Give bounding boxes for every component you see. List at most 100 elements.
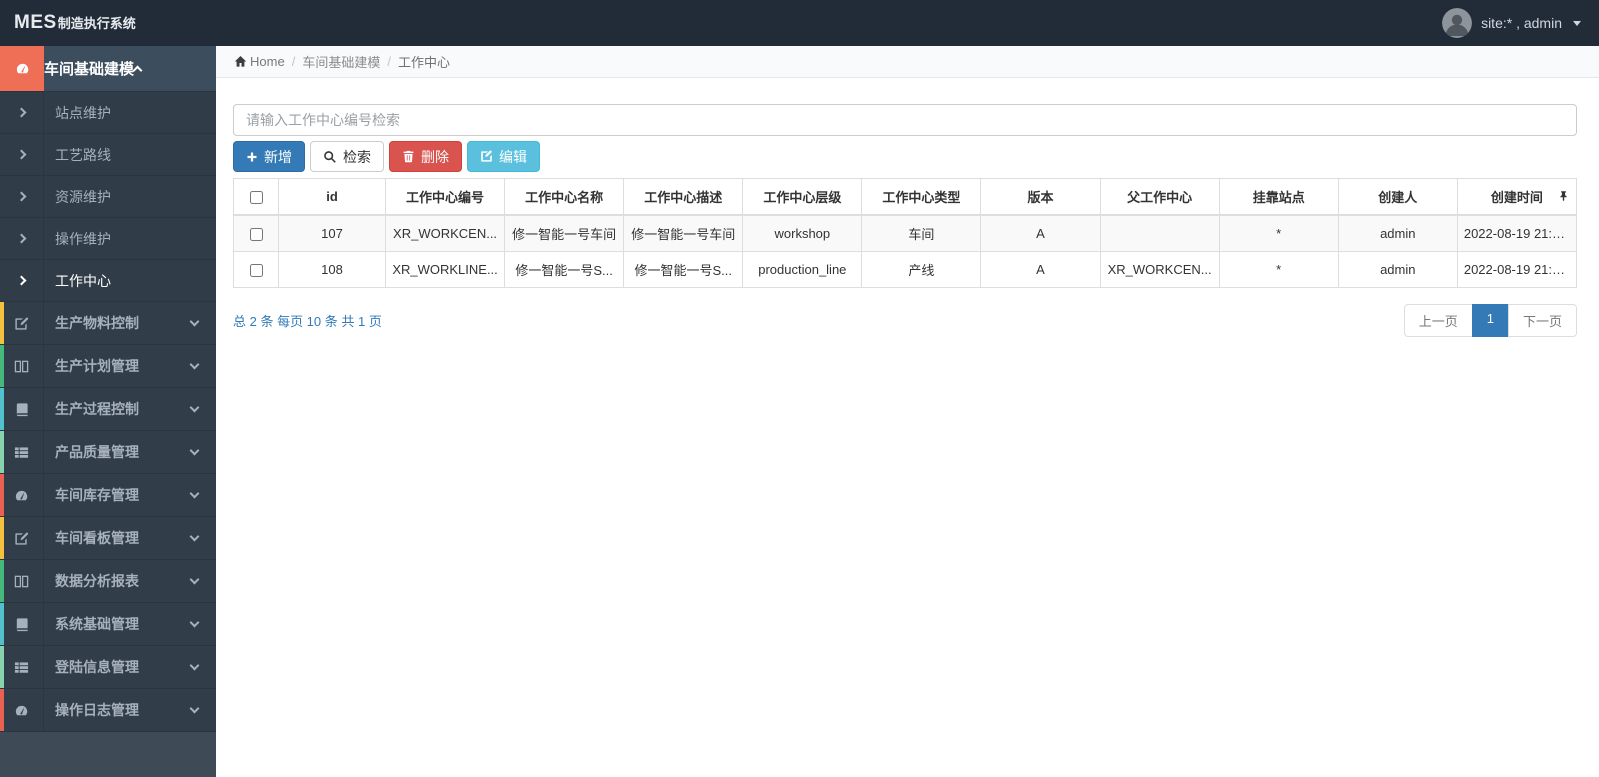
sidebar-group-inventory-management[interactable]: 车间库存管理 [0,474,216,517]
cell-type: 产线 [861,251,982,288]
avatar-image [1442,8,1473,38]
sidebar-group-label: 产品质量管理 [55,444,139,460]
table-row[interactable]: 108 XR_WORKLINE... 修一智能一号S... 修一智能一号S...… [233,251,1578,288]
chevron-right-icon [16,107,27,118]
sidebar-item-label: 资源维护 [55,188,111,205]
chevron-down-icon [189,531,200,542]
pushpin-icon[interactable] [1558,189,1569,204]
sidebar-group-workshop-modeling[interactable]: 车间基础建模 [0,46,216,92]
sidebar-group-analysis-reports[interactable]: 数据分析报表 [0,560,216,603]
sidebar-item-work-center[interactable]: 工作中心 [0,260,216,302]
pagination-next[interactable]: 下一页 [1507,304,1577,337]
sidebar-item-operation-maintenance[interactable]: 操作维护 [0,218,216,260]
column-header-parent[interactable]: 父工作中心 [1099,178,1220,216]
cell-name: 修一智能一号车间 [504,214,625,252]
sidebar-item-process-route[interactable]: 工艺路线 [0,134,216,176]
breadcrumb-home[interactable]: Home [234,54,285,69]
column-header-id[interactable]: id [278,178,386,216]
user-label: site:* , admin [1481,15,1562,31]
column-header-name[interactable]: 工作中心名称 [504,178,625,216]
accent-strip [0,689,4,731]
book-icon [16,617,28,631]
delete-button[interactable]: 删除 [389,141,462,172]
edit-button[interactable]: 编辑 [467,141,540,172]
column-header-level[interactable]: 工作中心层级 [742,178,863,216]
chevron-down-icon [189,445,200,456]
cell-id: 107 [278,214,386,252]
logo-secondary: 制造执行系统 [57,16,136,31]
add-button[interactable]: 新增 [233,141,305,172]
row-checkbox[interactable] [249,228,263,242]
sidebar-group-plan-management[interactable]: 生产计划管理 [0,345,216,388]
cell-level: workshop [742,214,863,252]
user-menu[interactable]: site:* , admin [1442,8,1581,38]
chevron-down-icon [189,660,200,671]
table-row[interactable]: 107 XR_WORKCEN... 修一智能一号车间 修一智能一号车间 work… [233,214,1578,252]
table-header-row: id 工作中心编号 工作中心名称 工作中心描述 工作中心层级 工作中心类型 版本… [233,178,1578,216]
column-header-create-time[interactable]: 创建时间 [1456,178,1578,216]
cell-version: A [980,251,1101,288]
cell-creator: admin [1337,251,1458,288]
cell-create-time: 2022-08-19 21:1... [1456,251,1578,288]
breadcrumb-page: 工作中心 [397,55,450,70]
cell-code: XR_WORKCEN... [384,214,506,252]
main-content: Home / 车间基础建模 / 工作中心 新增 检索 删除 [216,46,1599,777]
sidebar-group-operation-log-management[interactable]: 操作日志管理 [0,689,216,732]
sidebar-group-material-control[interactable]: 生产物料控制 [0,302,216,345]
breadcrumb-section[interactable]: 车间基础建模 [302,52,380,71]
accent-strip [0,302,4,344]
sidebar-item-resource-maintenance[interactable]: 资源维护 [0,176,216,218]
pagination-prev[interactable]: 上一页 [1403,304,1473,337]
sidebar: 车间基础建模 站点维护 工艺路线 资源维护 操作维护 工作中心 生产物料控制 生… [0,46,216,777]
cell-version: A [980,214,1101,252]
sidebar-group-label: 车间库存管理 [55,487,139,503]
trash-icon [403,150,414,163]
sidebar-item-station-maintenance[interactable]: 站点维护 [0,92,216,134]
column-header-type[interactable]: 工作中心类型 [861,178,982,216]
logo-primary: MES [14,12,57,33]
plus-icon [247,152,257,161]
sidebar-group-label: 生产物料控制 [55,315,139,331]
sidebar-group-kanban-management[interactable]: 车间看板管理 [0,517,216,560]
th-list-icon [14,661,29,673]
cell-parent: XR_WORKCEN... [1099,251,1220,288]
sidebar-group-process-control[interactable]: 生产过程控制 [0,388,216,431]
columns-icon [14,360,29,372]
pagination-page-1[interactable]: 1 [1471,304,1509,337]
cell-station: * [1218,214,1339,252]
chevron-down-icon [189,617,200,628]
column-header-version[interactable]: 版本 [980,178,1101,216]
row-checkbox[interactable] [249,264,263,278]
cell-create-time: 2022-08-19 21:1... [1456,214,1578,252]
mes-app: MES 制造执行系统 site:* , admin 车间基础建模 站点维护 工艺… [0,0,1599,777]
sidebar-group-label: 车间看板管理 [55,530,139,546]
chevron-down-icon [189,359,200,370]
column-header-creator[interactable]: 创建人 [1337,178,1458,216]
cell-creator: admin [1337,214,1458,252]
chevron-right-icon [16,233,27,244]
select-all-checkbox[interactable] [249,191,263,205]
sidebar-group-label: 车间基础建模 [44,61,135,78]
chevron-down-icon [189,316,200,327]
chevron-right-icon [16,191,27,202]
search-input[interactable] [233,104,1577,136]
column-header-code[interactable]: 工作中心编号 [384,178,506,216]
column-header-station[interactable]: 挂靠站点 [1218,178,1339,216]
sidebar-group-label: 操作日志管理 [55,702,139,718]
sidebar-group-login-info-management[interactable]: 登陆信息管理 [0,646,216,689]
sidebar-group-label: 生产过程控制 [55,401,139,417]
select-all-header [233,178,279,216]
cell-name: 修一智能一号S... [504,251,625,288]
accent-strip [0,646,4,688]
sidebar-group-quality-management[interactable]: 产品质量管理 [0,431,216,474]
record-summary: 总 2 条 每页 10 条 共 1 页 [233,314,382,329]
sidebar-group-system-management[interactable]: 系统基础管理 [0,603,216,646]
accent-strip [0,603,4,645]
chevron-right-icon [16,275,27,286]
search-button[interactable]: 检索 [310,141,384,172]
cell-parent [1099,214,1220,252]
column-header-description[interactable]: 工作中心描述 [623,178,744,216]
book-icon [16,402,28,416]
sidebar-group-label: 系统基础管理 [55,616,139,632]
dashboard-icon [16,63,28,74]
